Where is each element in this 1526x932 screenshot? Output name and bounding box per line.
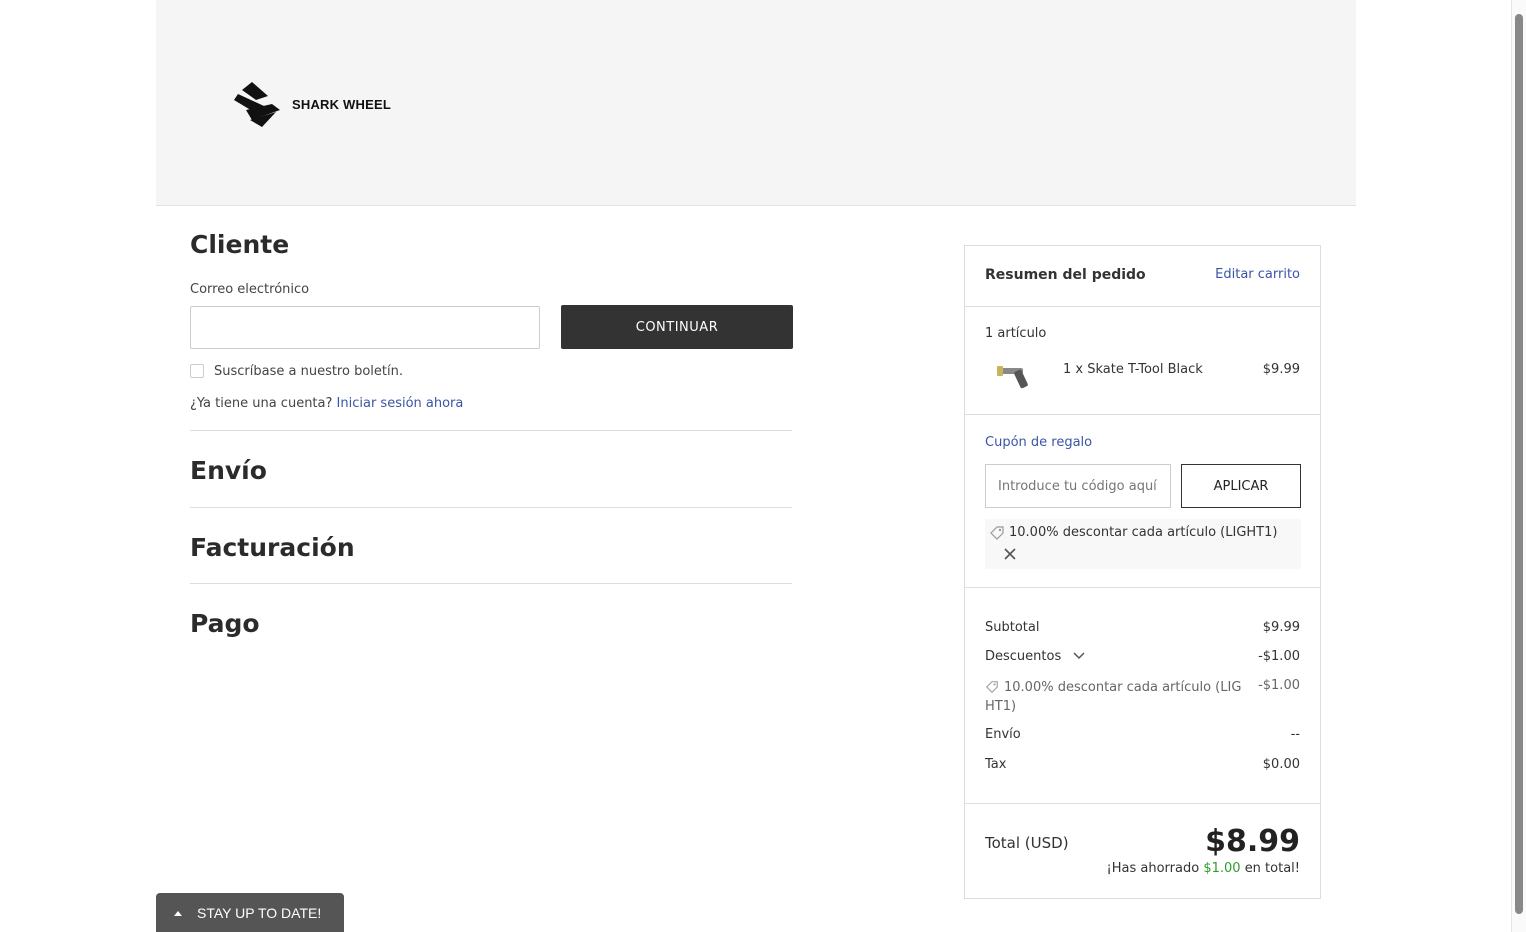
signin-link[interactable]: Iniciar sesión ahora: [337, 396, 464, 411]
billing-heading[interactable]: Facturación: [190, 533, 355, 562]
item-name: 1 x Skate T-Tool Black: [1063, 362, 1203, 377]
applied-coupon: 10.00% descontar cada artículo (LIGHT1): [985, 519, 1301, 569]
saved-suffix: en total!: [1244, 861, 1300, 876]
coupon-code-input[interactable]: [985, 464, 1171, 508]
applied-coupon-text: 10.00% descontar cada artículo (LIGHT1): [1009, 525, 1278, 540]
scrollbar-thumb[interactable]: [1515, 14, 1523, 914]
apply-coupon-button[interactable]: APLICAR: [1181, 464, 1301, 508]
discount-line-label: 10.00% descontar cada artículo (LIGHT1): [985, 680, 1242, 714]
shipping-label: Envío: [985, 727, 1021, 742]
newsletter-checkbox[interactable]: [190, 364, 204, 378]
account-prompt-row: ¿Ya tiene una cuenta? Iniciar sesión aho…: [190, 396, 463, 411]
item-price: $9.99: [1262, 362, 1300, 377]
customer-heading: Cliente: [190, 230, 290, 259]
saved-prefix: ¡Has ahorrado: [1106, 861, 1200, 876]
discounts-value: -$1.00: [1258, 649, 1300, 664]
shipping-value: --: [1290, 727, 1300, 742]
caret-up-icon: [174, 910, 182, 916]
item-count: 1 artículo: [985, 326, 1047, 341]
total-value: $8.99: [1205, 824, 1300, 859]
divider: [965, 306, 1320, 307]
savings-note: ¡Has ahorrado $1.00 en total!: [985, 861, 1300, 876]
cart-item: 1 x Skate T-Tool Black $9.99: [985, 354, 1300, 394]
divider: [190, 430, 792, 431]
order-summary: Resumen del pedido Editar carrito 1 artí…: [964, 245, 1321, 899]
product-thumbnail-icon: [997, 366, 1028, 389]
site-header: SHARK WHEEL: [156, 0, 1356, 206]
divider: [965, 803, 1320, 804]
divider: [190, 583, 792, 584]
stay-up-to-date-label: STAY UP TO DATE!: [197, 904, 322, 921]
discounts-label: Descuentos: [985, 649, 1062, 664]
total-label: Total (USD): [985, 834, 1069, 852]
remove-coupon-icon[interactable]: [1003, 547, 1017, 561]
divider: [965, 414, 1320, 415]
tax-value: $0.00: [1262, 757, 1300, 772]
chevron-down-icon: [1073, 652, 1085, 660]
summary-title: Resumen del pedido: [985, 267, 1146, 283]
payment-heading[interactable]: Pago: [190, 609, 260, 638]
coupon-toggle[interactable]: Cupón de regalo: [985, 435, 1092, 450]
shipping-heading[interactable]: Envío: [190, 456, 267, 485]
shark-wheel-logo-icon: [234, 82, 280, 127]
tax-label: Tax: [985, 757, 1007, 772]
divider: [965, 587, 1320, 588]
discounts-toggle[interactable]: Descuentos: [985, 649, 1085, 664]
page-scrollbar[interactable]: [1511, 0, 1526, 932]
brand-name: SHARK WHEEL: [292, 96, 391, 112]
discount-line-value: -$1.00: [1258, 678, 1300, 693]
account-prompt: ¿Ya tiene una cuenta?: [190, 396, 333, 411]
subtotal-value: $9.99: [1262, 620, 1300, 635]
subtotal-label: Subtotal: [985, 620, 1040, 635]
divider: [190, 507, 792, 508]
saved-amount: $1.00: [1203, 861, 1241, 876]
brand-logo[interactable]: SHARK WHEEL: [232, 80, 391, 128]
tag-icon: [990, 526, 1004, 540]
email-label: Correo electrónico: [190, 282, 310, 297]
continue-button[interactable]: CONTINUAR: [561, 305, 793, 349]
stay-up-to-date-tab[interactable]: STAY UP TO DATE!: [156, 893, 344, 932]
edit-cart-link[interactable]: Editar carrito: [1215, 267, 1300, 282]
email-field[interactable]: [190, 306, 540, 349]
newsletter-label: Suscríbase a nuestro boletín.: [214, 364, 403, 379]
